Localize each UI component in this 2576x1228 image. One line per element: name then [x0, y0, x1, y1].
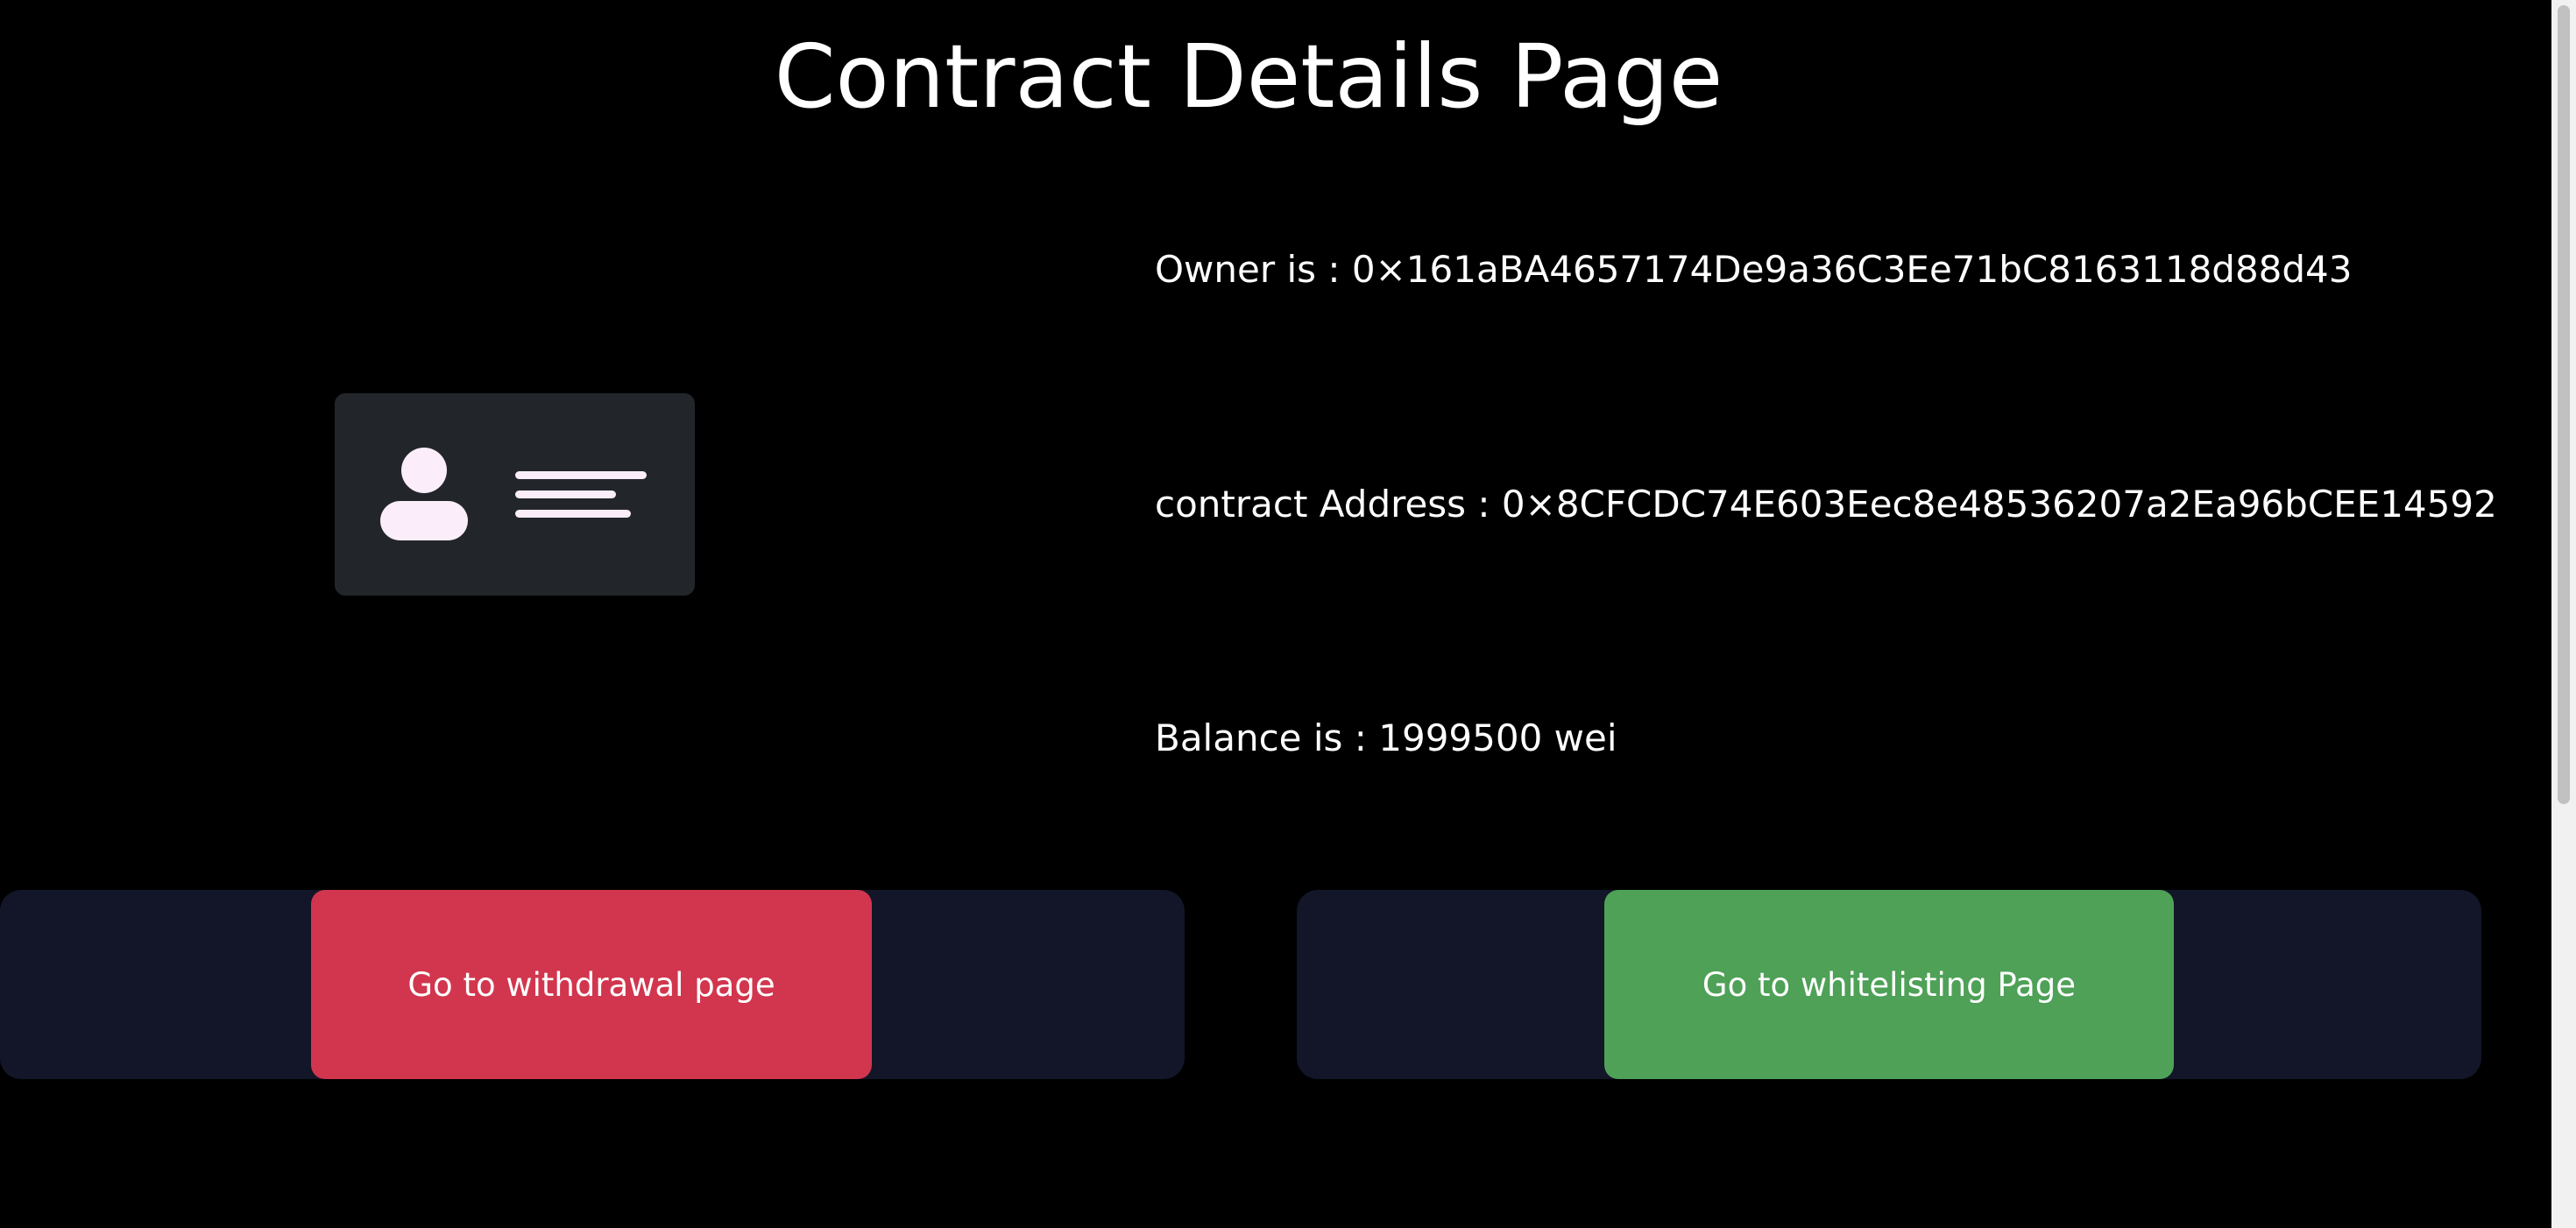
contract-balance: Balance is : 1999500 wei	[1155, 716, 1617, 759]
vertical-scrollbar[interactable]	[2551, 0, 2576, 1228]
whitelisting-panel: Go to whitelisting Page	[1297, 890, 2481, 1079]
id-card-icon	[335, 393, 695, 596]
page-title: Contract Details Page	[774, 25, 1723, 128]
scrollbar-thumb[interactable]	[2558, 5, 2570, 804]
withdrawal-panel: Go to withdrawal page	[0, 890, 1185, 1079]
whitelisting-page-button[interactable]: Go to whitelisting Page	[1604, 890, 2174, 1079]
contract-address: contract Address : 0×8CFCDC74E603Eec8e48…	[1155, 483, 2497, 526]
withdrawal-page-button[interactable]: Go to withdrawal page	[311, 890, 872, 1079]
owner-address: Owner is : 0×161aBA4657174De9a36C3Ee71bC…	[1155, 248, 2353, 291]
